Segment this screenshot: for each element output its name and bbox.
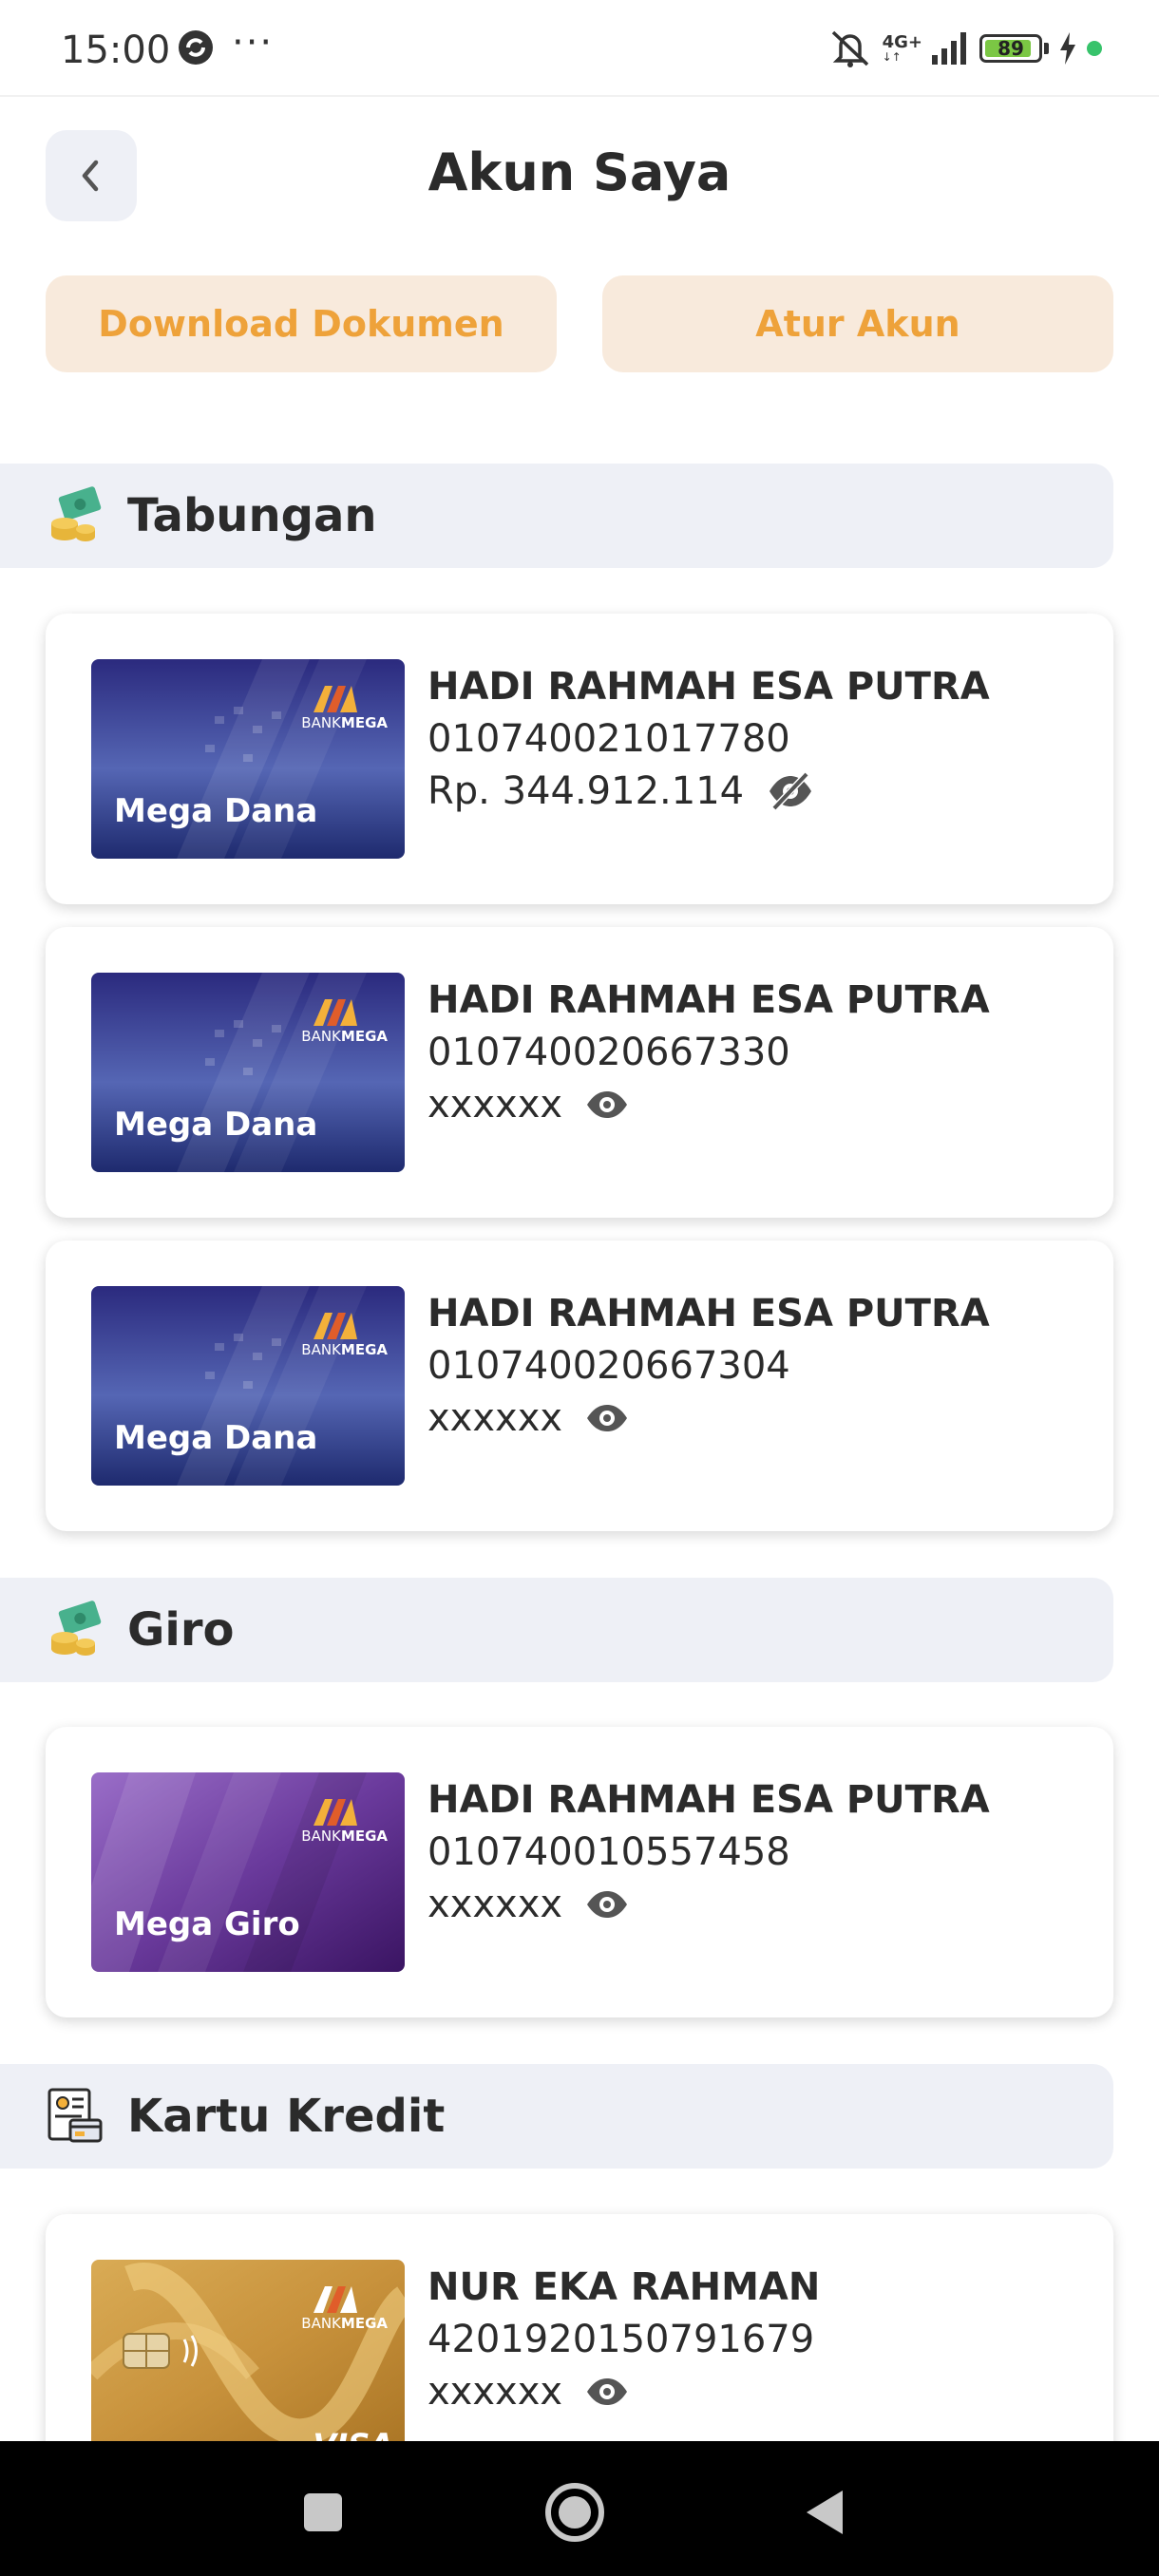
card-product-name: Mega Dana xyxy=(114,792,318,830)
account-balance: xxxxxx xyxy=(428,1396,563,1440)
triangle-back-icon[interactable] xyxy=(793,2479,860,2546)
account-holder-name: HADI RAHMAH ESA PUTRA xyxy=(428,1778,990,1822)
money-coins-icon xyxy=(51,486,102,541)
page-title: Akun Saya xyxy=(428,142,732,202)
eye-icon[interactable] xyxy=(585,1888,629,1921)
bank-name: MEGA xyxy=(340,2315,388,2332)
section-tabungan: Tabungan xyxy=(0,464,1113,568)
section-giro: Giro xyxy=(0,1578,1113,1682)
bank-name: MEGA xyxy=(340,1828,388,1845)
account-card[interactable]: BANKMEGA Mega Dana HADI RAHMAH ESA PUTRA… xyxy=(46,927,1113,1218)
download-document-button[interactable]: Download Dokumen xyxy=(46,275,557,372)
bank-name: MEGA xyxy=(340,1341,388,1358)
mega-dana-card-image: BANKMEGA Mega Dana xyxy=(91,659,405,859)
section-label: Kartu Kredit xyxy=(127,2090,446,2143)
account-balance: xxxxxx xyxy=(428,1083,563,1127)
section-label: Tabungan xyxy=(127,489,377,542)
account-balance: Rp. 344.912.114 xyxy=(428,769,745,813)
account-balance: xxxxxx xyxy=(428,1883,563,1926)
battery-icon: 89 xyxy=(979,34,1042,63)
network-type: 4G+ xyxy=(882,32,922,52)
section-kartu-kredit: Kartu Kredit xyxy=(0,2064,1113,2169)
account-holder-name: NUR EKA RAHMAN xyxy=(428,2265,821,2309)
eye-icon[interactable] xyxy=(585,2376,629,2408)
system-nav-bar xyxy=(0,2441,1159,2576)
card-product-name: Mega Giro xyxy=(114,1905,300,1943)
card-product-name: Mega Dana xyxy=(114,1106,318,1144)
account-number: 010740010557458 xyxy=(428,1830,790,1874)
battery-level: 89 xyxy=(998,37,1024,60)
bank-name: MEGA xyxy=(340,1028,388,1045)
credit-card-image: BANKMEGA VISA xyxy=(91,2260,405,2459)
charging-icon xyxy=(1060,32,1075,65)
account-holder-name: HADI RAHMAH ESA PUTRA xyxy=(428,1292,990,1335)
mega-dana-card-image: BANKMEGA Mega Dana xyxy=(91,973,405,1172)
bank-prefix: BANK xyxy=(301,1828,341,1845)
section-label: Giro xyxy=(127,1603,235,1657)
account-number: 4201920150791679 xyxy=(428,2318,815,2361)
circle-home-icon[interactable] xyxy=(542,2479,608,2546)
more-notifications-icon: ··· xyxy=(232,21,275,65)
eye-icon[interactable] xyxy=(585,1089,629,1121)
bank-prefix: BANK xyxy=(301,2315,341,2332)
card-product-name: Mega Dana xyxy=(114,1419,318,1457)
account-number: 010740020667330 xyxy=(428,1031,790,1074)
status-time: 15:00 xyxy=(61,28,171,72)
square-icon[interactable] xyxy=(290,2479,356,2546)
money-coins-icon xyxy=(51,1601,102,1656)
account-card[interactable]: BANKMEGA Mega Dana HADI RAHMAH ESA PUTRA… xyxy=(46,614,1113,904)
eye-icon[interactable] xyxy=(585,1402,629,1434)
account-number: 010740020667304 xyxy=(428,1344,790,1388)
bank-name: MEGA xyxy=(340,714,388,731)
account-holder-name: HADI RAHMAH ESA PUTRA xyxy=(428,978,990,1022)
bank-prefix: BANK xyxy=(301,1341,341,1358)
signal-icon xyxy=(932,32,966,65)
bank-prefix: BANK xyxy=(301,1028,341,1045)
bank-prefix: BANK xyxy=(301,714,341,731)
mega-giro-card-image: BANKMEGA Mega Giro xyxy=(91,1772,405,1972)
eye-slash-icon[interactable] xyxy=(767,772,814,810)
manage-account-button[interactable]: Atur Akun xyxy=(602,275,1113,372)
account-holder-name: HADI RAHMAH ESA PUTRA xyxy=(428,665,990,709)
account-card[interactable]: BANKMEGA Mega Dana HADI RAHMAH ESA PUTRA… xyxy=(46,1241,1113,1531)
mega-dana-card-image: BANKMEGA Mega Dana xyxy=(91,1286,405,1486)
privacy-indicator-dot xyxy=(1087,41,1102,56)
credit-document-icon xyxy=(48,2088,103,2143)
account-card[interactable]: BANKMEGA Mega Giro HADI RAHMAH ESA PUTRA… xyxy=(46,1727,1113,2017)
app-notification-icon xyxy=(179,30,213,65)
account-balance: xxxxxx xyxy=(428,2370,563,2414)
status-bar: 15:00 ··· 4G+ ↓↑ 89 xyxy=(0,0,1159,97)
mute-icon xyxy=(831,30,868,67)
account-number: 010740021017780 xyxy=(428,717,790,761)
status-right: 4G+ ↓↑ 89 xyxy=(827,28,1102,68)
